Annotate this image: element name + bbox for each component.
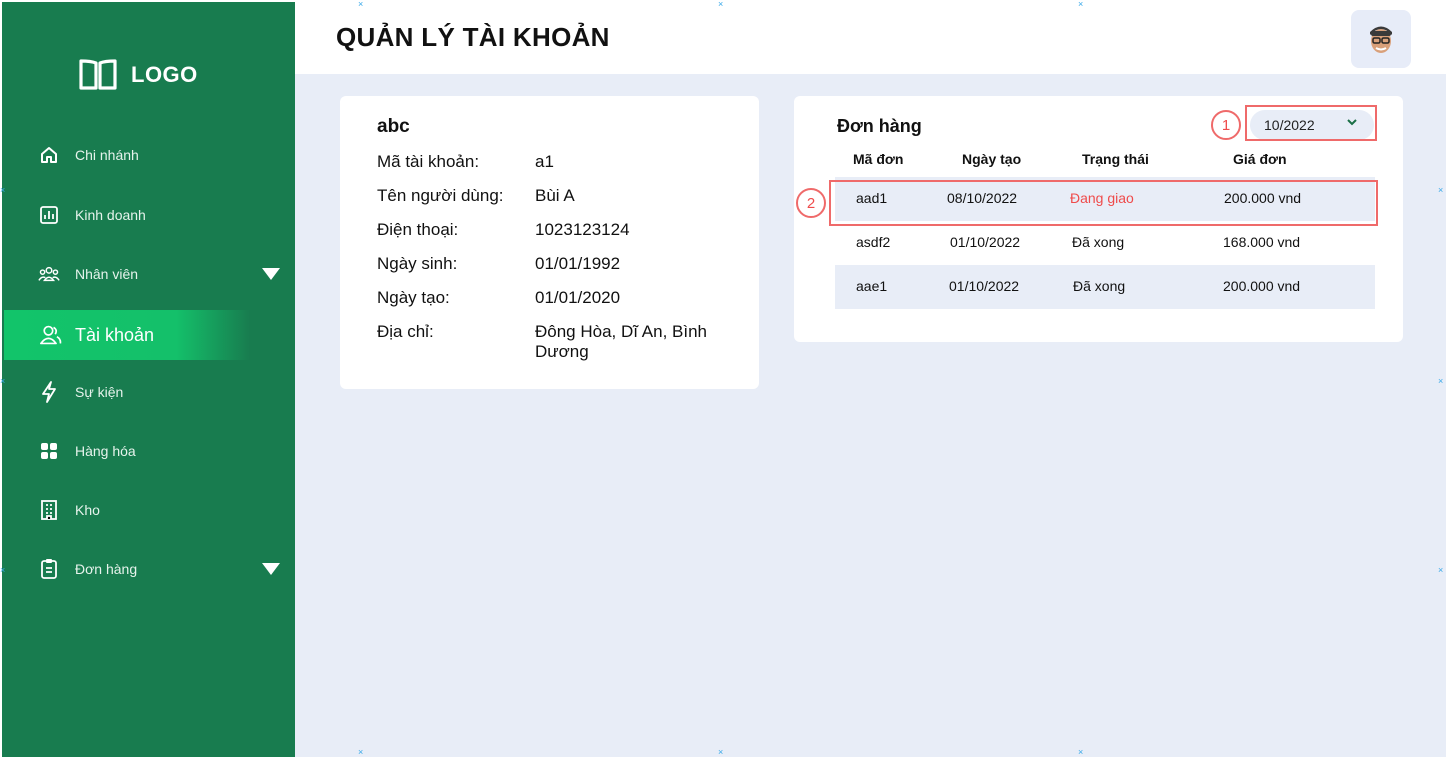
guide-mark: ×: [1438, 565, 1444, 575]
logo: LOGO: [79, 58, 198, 92]
sidebar-item-label: Nhân viên: [75, 266, 139, 282]
sidebar-item-tai-khoan[interactable]: Tài khoản: [4, 310, 250, 360]
field-label: Điện thoại:: [377, 220, 459, 239]
guide-mark: ×: [358, 747, 364, 757]
sidebar-item-nhan-vien[interactable]: Nhân viên: [2, 254, 295, 294]
guide-mark: ×: [718, 0, 724, 9]
sidebar-item-label: Hàng hóa: [75, 443, 136, 459]
sidebar-item-label: Chi nhánh: [75, 147, 139, 163]
logo-text: LOGO: [131, 62, 198, 87]
page-title: QUẢN LÝ TÀI KHOẢN: [336, 22, 610, 52]
guide-mark: ×: [1078, 747, 1084, 757]
lightning-icon: [38, 381, 60, 403]
sidebar-item-label: Tài khoản: [75, 324, 155, 345]
field-label: Địa chỉ:: [377, 322, 434, 341]
home-icon: [38, 144, 60, 166]
order-id: aae1: [856, 278, 888, 294]
field-label: Mã tài khoản:: [377, 152, 480, 171]
table-row[interactable]: aae1 01/10/2022 Đã xong 200.000 vnd: [835, 265, 1375, 309]
caret-down-icon[interactable]: [262, 268, 280, 280]
sidebar-item-label: Sự kiện: [75, 384, 124, 400]
order-id: asdf2: [856, 234, 891, 250]
guide-mark: ×: [358, 0, 364, 9]
field-value: a1: [535, 152, 554, 171]
table-row[interactable]: asdf2 01/10/2022 Đã xong 168.000 vnd: [835, 221, 1375, 265]
guide-mark: ×: [1078, 0, 1084, 9]
sidebar: LOGO Chi nhánh Kinh doanh Nhân viên Tài …: [2, 2, 295, 757]
avatar[interactable]: [1351, 10, 1411, 68]
sidebar-item-chi-nhanh[interactable]: Chi nhánh: [2, 135, 295, 175]
sidebar-item-label: Kinh doanh: [75, 207, 146, 223]
guide-mark: ×: [0, 185, 6, 195]
building-icon: [38, 499, 60, 521]
column-header-id[interactable]: Mã đơn: [853, 151, 903, 167]
field-value: Bùi A: [535, 186, 575, 205]
order-date: 01/10/2022: [950, 234, 1021, 250]
sidebar-item-kho[interactable]: Kho: [2, 490, 295, 530]
order-status: Đã xong: [1072, 234, 1125, 250]
annotation-badge-1: 1: [1211, 110, 1241, 140]
sidebar-item-label: Kho: [75, 502, 100, 518]
highlight-box-month-select: [1245, 105, 1377, 141]
header: QUẢN LÝ TÀI KHOẢN: [295, 0, 1446, 74]
sidebar-item-kinh-doanh[interactable]: Kinh doanh: [2, 195, 295, 235]
column-header-date[interactable]: Ngày tạo: [962, 151, 1021, 167]
grid-icon: [38, 440, 60, 462]
field-value: 01/01/2020: [535, 288, 621, 307]
chart-icon: [38, 204, 60, 226]
field-label: Ngày sinh:: [377, 254, 458, 273]
sidebar-item-don-hang[interactable]: Đơn hàng: [2, 549, 295, 589]
clipboard-icon: [38, 558, 60, 580]
sidebar-item-su-kien[interactable]: Sự kiện: [2, 372, 295, 412]
field-value: Đông Hòa, Dĩ An, Bình Dương: [535, 322, 707, 361]
users-group-icon: [38, 263, 60, 285]
field-value: 1023123124: [535, 220, 630, 239]
order-status: Đã xong: [1073, 278, 1126, 294]
order-price: 168.000 vnd: [1223, 234, 1301, 250]
guide-mark: ×: [0, 565, 6, 575]
annotation-badge-2: 2: [796, 188, 826, 218]
caret-down-icon[interactable]: [262, 563, 280, 575]
profile-card: abc Mã tài khoản: a1 Tên người dùng: Bùi…: [340, 96, 759, 389]
highlight-box-order-row: [829, 180, 1378, 226]
field-value: 01/01/1992: [535, 254, 621, 273]
field-label: Tên người dùng:: [377, 186, 504, 205]
guide-mark: ×: [0, 376, 6, 386]
profile-name: abc: [377, 116, 410, 137]
guide-mark: ×: [1438, 376, 1444, 386]
field-label: Ngày tạo:: [377, 288, 450, 307]
order-price: 200.000 vnd: [1223, 278, 1301, 294]
guide-mark: ×: [1438, 185, 1444, 195]
column-header-status[interactable]: Trạng thái: [1082, 151, 1149, 167]
sidebar-item-label: Đơn hàng: [75, 561, 138, 577]
book-icon: [79, 59, 117, 90]
sidebar-item-hang-hoa[interactable]: Hàng hóa: [2, 431, 295, 471]
main-content: abc Mã tài khoản: a1 Tên người dùng: Bùi…: [295, 74, 1446, 757]
avatar-face-icon: [1370, 26, 1392, 53]
guide-mark: ×: [718, 747, 724, 757]
orders-title: Đơn hàng: [837, 116, 922, 136]
order-date: 01/10/2022: [949, 278, 1020, 294]
column-header-price[interactable]: Giá đơn: [1233, 151, 1287, 167]
user-icon: [40, 324, 62, 346]
